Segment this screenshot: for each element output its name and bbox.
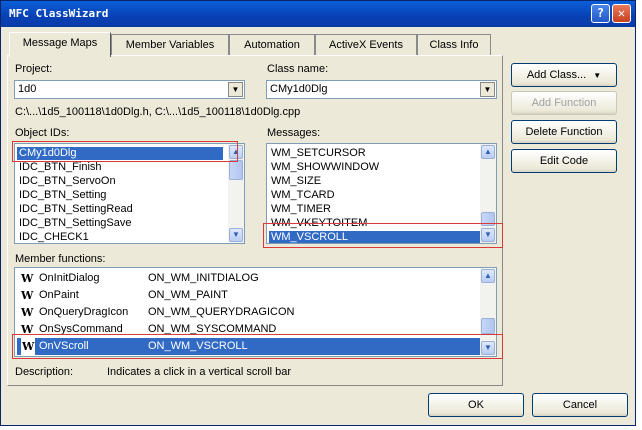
windows-message-icon: W <box>21 289 34 302</box>
list-item[interactable]: WM_TIMER <box>269 203 331 216</box>
tab-activex-events[interactable]: ActiveX Events <box>315 34 417 56</box>
scroll-down-icon[interactable]: ▼ <box>229 228 243 242</box>
function-message: ON_WM_PAINT <box>148 289 228 301</box>
scroll-thumb[interactable] <box>481 318 495 334</box>
help-icon[interactable]: ? <box>591 4 610 23</box>
windows-message-icon: W <box>21 306 34 319</box>
list-item[interactable]: IDC_BTN_SettingRead <box>17 203 133 216</box>
table-row[interactable]: W OnPaint ON_WM_PAINT <box>17 287 482 304</box>
object-ids-label: Object IDs: <box>15 127 70 139</box>
delete-function-button[interactable]: Delete Function <box>511 120 617 144</box>
ok-button[interactable]: OK <box>428 393 524 417</box>
add-function-button[interactable]: Add Function <box>511 91 617 115</box>
highlight-box <box>263 223 503 248</box>
table-row[interactable]: W OnInitDialog ON_WM_INITDIALOG <box>17 270 482 287</box>
scroll-thumb[interactable] <box>229 160 243 180</box>
highlight-box <box>12 141 238 162</box>
class-name-value: CMy1d0Dlg <box>270 83 328 95</box>
list-item[interactable]: IDC_BTN_Finish <box>17 161 102 174</box>
add-class-label: Add Class... <box>526 69 587 81</box>
chevron-down-icon[interactable]: ▼ <box>480 82 495 97</box>
classwizard-window: MFC ClassWizard ? ✕ Message Maps Member … <box>0 0 636 426</box>
window-title: MFC ClassWizard <box>9 7 109 20</box>
function-message: ON_WM_INITDIALOG <box>148 272 259 284</box>
tab-automation[interactable]: Automation <box>229 34 315 56</box>
table-row[interactable]: W OnQueryDragIcon ON_WM_QUERYDRAGICON <box>17 304 482 321</box>
list-item[interactable]: IDC_CHECK1 <box>17 231 89 243</box>
tab-message-maps[interactable]: Message Maps <box>9 32 111 57</box>
scroll-up-icon[interactable]: ▲ <box>481 145 495 159</box>
close-icon[interactable]: ✕ <box>612 4 631 23</box>
description-label: Description: <box>15 366 74 378</box>
highlight-box <box>12 334 503 359</box>
windows-message-icon: W <box>21 272 34 285</box>
list-item[interactable]: WM_SIZE <box>269 175 321 188</box>
member-functions-label: Member functions: <box>15 253 106 265</box>
function-message: ON_WM_QUERYDRAGICON <box>148 306 295 318</box>
function-name: OnPaint <box>39 289 79 301</box>
chevron-down-icon: ▼ <box>593 71 602 80</box>
scroll-up-icon[interactable]: ▲ <box>481 269 495 283</box>
tab-member-variables[interactable]: Member Variables <box>111 34 229 56</box>
chevron-down-icon[interactable]: ▼ <box>228 82 243 97</box>
list-item[interactable]: IDC_BTN_Setting <box>17 189 106 202</box>
list-item[interactable]: WM_SHOWWINDOW <box>269 161 379 174</box>
messages-label: Messages: <box>267 127 321 139</box>
function-name: OnInitDialog <box>39 272 100 284</box>
add-class-button[interactable]: Add Class... ▼ <box>511 63 617 87</box>
list-item[interactable]: IDC_BTN_SettingSave <box>17 217 132 230</box>
file-path-text: C:\...\1d5_100118\1d0Dlg.h, C:\...\1d5_1… <box>15 106 301 118</box>
project-combo[interactable]: 1d0 ▼ <box>14 80 245 99</box>
function-name: OnQueryDragIcon <box>39 306 129 318</box>
list-item[interactable]: IDC_BTN_ServoOn <box>17 175 116 188</box>
class-name-combo[interactable]: CMy1d0Dlg ▼ <box>266 80 497 99</box>
tab-class-info[interactable]: Class Info <box>417 34 491 56</box>
list-item[interactable]: WM_TCARD <box>269 189 335 202</box>
cancel-button[interactable]: Cancel <box>532 393 628 417</box>
edit-code-button[interactable]: Edit Code <box>511 149 617 173</box>
project-label: Project: <box>15 63 53 75</box>
project-value: 1d0 <box>18 83 37 95</box>
title-bar[interactable]: MFC ClassWizard ? ✕ <box>1 1 635 27</box>
list-item[interactable]: WM_SETCURSOR <box>269 147 366 160</box>
description-text: Indicates a click in a vertical scroll b… <box>107 366 292 378</box>
class-name-label: Class name: <box>267 63 329 75</box>
